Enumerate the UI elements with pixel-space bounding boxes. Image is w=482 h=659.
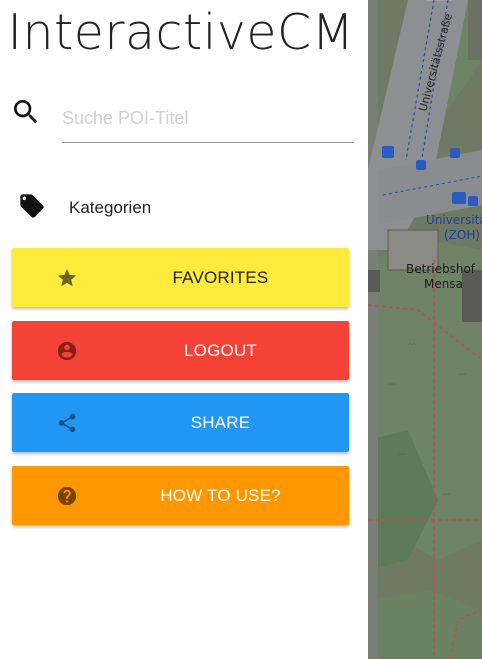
svg-text:ᵔᵔ: ᵔᵔ [442,492,450,503]
favorites-button[interactable]: FAVORITES [12,248,349,307]
tag-icon [20,194,44,218]
map-stop-label: Universität [426,213,482,227]
categories-item[interactable]: Kategorien [0,186,368,230]
how-to-use-button[interactable]: HOW TO USE? [12,466,349,525]
map-building-label-2: Mensa [424,277,463,291]
logout-button[interactable]: LOGOUT [12,321,349,380]
svg-text:ᵔᵔ: ᵔᵔ [388,382,396,393]
share-label: SHARE [190,413,251,432]
share-button[interactable]: SHARE [12,393,349,452]
how-to-use-label: HOW TO USE? [160,486,281,505]
svg-text:ᵔᵔ: ᵔᵔ [408,342,416,353]
app-title: InteractiveCM [7,4,355,61]
svg-text:ᵔᵔ: ᵔᵔ [458,372,466,383]
map-building-label: Betriebshof [406,262,476,276]
svg-text:ᵔᵔ: ᵔᵔ [398,452,406,463]
search-input[interactable] [62,98,354,143]
account-circle-icon [57,341,77,361]
search-icon[interactable] [10,96,42,128]
logout-label: LOGOUT [184,341,257,360]
map-stop-label-2: (ZOH) [444,228,480,242]
star-icon [57,268,77,287]
share-icon [58,413,76,433]
navigation-drawer: InteractiveCM Kategorien FAVORITES LOGOU… [0,0,368,659]
map-view[interactable]: ᵔᵔ ᵔᵔ ᵔᵔ ᵔᵔ ᵔᵔ Universitätsstraße Univer… [368,0,482,659]
categories-label: Kategorien [69,198,152,217]
help-icon [57,486,77,506]
favorites-label: FAVORITES [172,268,269,287]
